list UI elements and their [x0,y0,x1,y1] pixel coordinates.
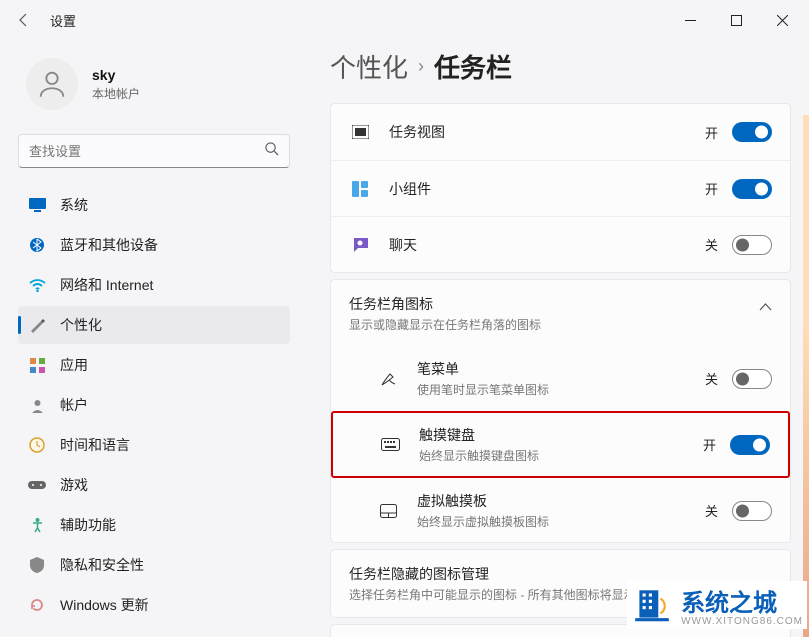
row-sub: 使用笔时显示笔菜单图标 [417,381,705,398]
clock-icon [28,436,46,454]
nav-label: 系统 [60,195,88,215]
breadcrumb-parent[interactable]: 个性化 [330,48,408,85]
wifi-icon [28,276,46,294]
widgets-icon [349,181,371,197]
row-sub: 始终显示虚拟触摸板图标 [417,513,705,530]
nav-label: 蓝牙和其他设备 [60,235,158,255]
monitor-icon [28,196,46,214]
edge-decoration [803,115,809,637]
row-title: 触摸键盘 [419,425,703,445]
watermark-text: 系统之城 [681,583,803,618]
nav-gaming[interactable]: 游戏 [18,466,290,504]
toggle-state: 关 [705,369,718,388]
nav-label: 隐私和安全性 [60,555,144,575]
close-button[interactable] [759,0,805,40]
row-virtual-touchpad[interactable]: 虚拟触摸板 始终显示虚拟触摸板图标 关 [331,479,790,542]
row-title: 虚拟触摸板 [417,491,705,511]
nav-windows-update[interactable]: Windows 更新 [18,586,290,624]
toggle-state: 开 [705,123,718,142]
nav-network[interactable]: 网络和 Internet [18,266,290,304]
shield-icon [28,556,46,574]
breadcrumb: 个性化 › 任务栏 [330,48,791,85]
toggle-task-view[interactable] [732,122,772,142]
toggle-state: 开 [705,179,718,198]
row-title: 任务视图 [389,122,705,142]
row-chat[interactable]: 聊天 关 [331,216,790,272]
row-widgets[interactable]: 小组件 开 [331,160,790,216]
nav-accessibility[interactable]: 辅助功能 [18,506,290,544]
nav-label: Windows 更新 [60,595,149,615]
nav-personalization[interactable]: 个性化 [18,306,290,344]
account-icon [28,396,46,414]
accessibility-icon [28,516,46,534]
toggle-touch-keyboard[interactable] [730,435,770,455]
profile-block[interactable]: sky 本地帐户 [18,48,300,134]
row-task-view[interactable]: 任务视图 开 [331,104,790,160]
section-title: 任务栏角图标 [349,294,759,314]
avatar [26,58,78,110]
bluetooth-icon [28,236,46,254]
arrow-left-icon [16,12,32,28]
nav-label: 个性化 [60,315,102,335]
update-icon [28,596,46,614]
keyboard-icon [379,438,401,451]
nav-system[interactable]: 系统 [18,186,290,224]
nav-bluetooth[interactable]: 蓝牙和其他设备 [18,226,290,264]
toggle-state: 开 [703,435,716,454]
chevron-right-icon: › [418,56,424,77]
nav-label: 网络和 Internet [60,275,153,295]
row-title: 小组件 [389,179,705,199]
row-pen-menu[interactable]: 笔菜单 使用笔时显示笔菜单图标 关 [331,347,790,410]
section-corner-header[interactable]: 任务栏角图标 显示或隐藏显示在任务栏角落的图标 [331,280,790,347]
nav-apps[interactable]: 应用 [18,346,290,384]
person-icon [35,67,69,101]
pen-icon [377,370,399,387]
nav-accounts[interactable]: 帐户 [18,386,290,424]
toggle-state: 关 [705,501,718,520]
row-touch-keyboard[interactable]: 触摸键盘 始终显示触摸键盘图标 开 [333,413,788,476]
chevron-up-icon [759,298,772,316]
search-input[interactable] [29,144,264,159]
task-view-icon [349,125,371,139]
toggle-state: 关 [705,235,718,254]
nav-label: 应用 [60,355,88,375]
chat-icon [349,237,371,253]
apps-icon [28,356,46,374]
profile-name: sky [92,67,140,83]
nav-privacy[interactable]: 隐私和安全性 [18,546,290,584]
row-title: 聊天 [389,235,705,255]
nav-label: 游戏 [60,475,88,495]
search-box[interactable] [18,134,290,168]
close-icon [777,15,788,26]
window-title: 设置 [50,11,76,30]
nav-label: 帐户 [60,395,88,415]
paint-icon [28,316,46,334]
row-sub: 始终显示触摸键盘图标 [419,447,703,464]
minimize-button[interactable] [667,0,713,40]
section-sub: 显示或隐藏显示在任务栏角落的图标 [349,316,759,333]
back-button[interactable] [4,0,44,40]
row-title: 笔菜单 [417,359,705,379]
toggle-virtual-touchpad[interactable] [732,501,772,521]
nav-time-language[interactable]: 时间和语言 [18,426,290,464]
gamepad-icon [28,476,46,494]
nav-label: 辅助功能 [60,515,116,535]
maximize-icon [731,15,742,26]
toggle-widgets[interactable] [732,179,772,199]
touchpad-icon [377,504,399,518]
search-icon [264,141,279,161]
watermark: 系统之城 WWW.XITONG86.COM [627,581,807,629]
breadcrumb-current: 任务栏 [434,48,512,85]
minimize-icon [685,15,696,26]
toggle-chat[interactable] [732,235,772,255]
watermark-logo-icon [631,584,673,626]
maximize-button[interactable] [713,0,759,40]
profile-sub: 本地帐户 [92,85,140,102]
watermark-url: WWW.XITONG86.COM [681,616,803,627]
nav-label: 时间和语言 [60,435,130,455]
toggle-pen-menu[interactable] [732,369,772,389]
